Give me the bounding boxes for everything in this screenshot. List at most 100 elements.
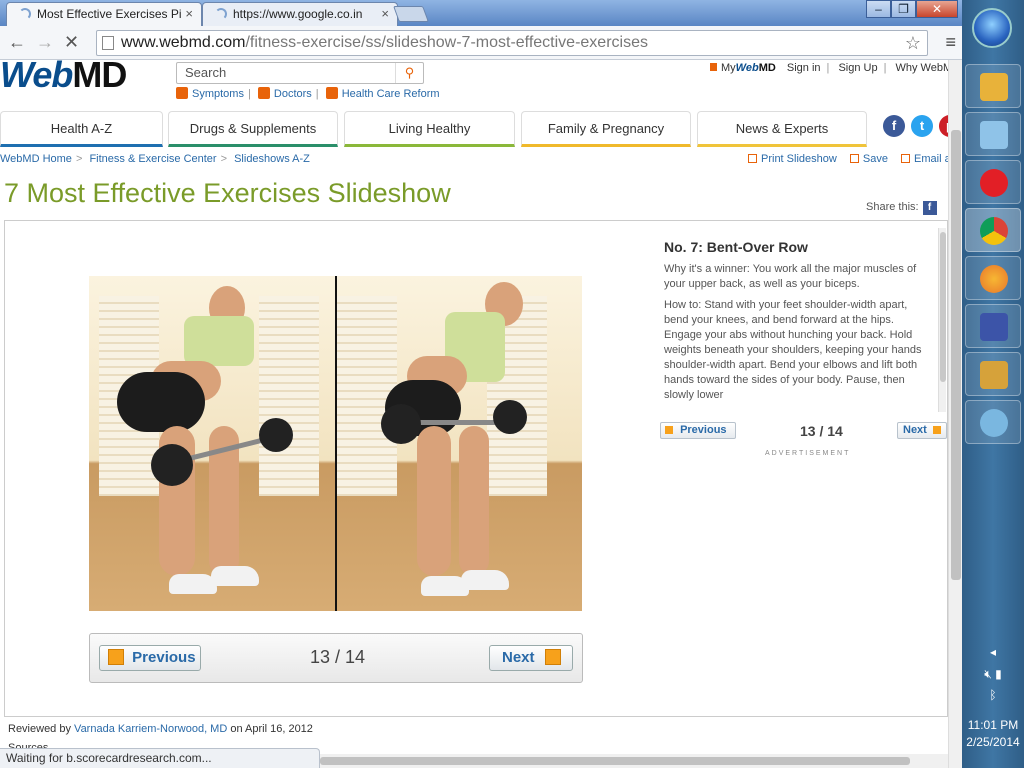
save-icon [849, 154, 859, 163]
symptoms-icon [176, 87, 188, 99]
bluetooth-icon[interactable]: ᛒ [962, 688, 1024, 702]
nav-tab-news-experts[interactable]: News & Experts [697, 111, 867, 147]
why-webmd-link[interactable]: Why WebM [896, 62, 949, 74]
sign-in-link[interactable]: Sign in [787, 62, 821, 74]
twitter-icon[interactable]: t [911, 115, 933, 137]
barbell-weight [259, 418, 293, 452]
sign-up-link[interactable]: Sign Up [838, 62, 877, 74]
print-slideshow-link[interactable]: Print Slideshow [761, 153, 837, 165]
taskbar-firefox[interactable] [965, 256, 1021, 300]
bookmark-star-icon[interactable]: ☆ [905, 31, 921, 55]
link-doctors[interactable]: Doctors [274, 88, 312, 100]
figure-leg [459, 426, 489, 576]
breadcrumb-slideshows[interactable]: Slideshows A-Z [234, 153, 310, 165]
caption-scrollbar[interactable] [938, 228, 946, 412]
browser-toolbar: ← → ✕ www.webmd.com/fitness-exercise/ss/… [0, 26, 962, 60]
taskbar-explorer[interactable] [965, 64, 1021, 108]
reform-icon [325, 87, 338, 99]
menu-icon[interactable]: ≡ [945, 32, 956, 53]
photo-left-pose [89, 276, 335, 611]
photo-right-pose [337, 276, 582, 611]
tab-strip: Most Effective Exercises Pi × https://ww… [0, 0, 962, 26]
windows-taskbar: ◂ 🔇︎ ▮ ᛒ 11:01 PM 2/25/2014 [962, 0, 1024, 768]
address-bar[interactable]: www.webmd.com/fitness-exercise/ss/slides… [96, 30, 928, 56]
taskbar-notepad[interactable] [965, 112, 1021, 156]
slide-paragraph: How to: Stand with your feet shoulder-wi… [664, 299, 922, 401]
email-link[interactable]: Email a Fr [914, 153, 948, 165]
lock-icon [710, 63, 717, 71]
taskbar-paint[interactable] [965, 400, 1021, 444]
back-arrow-icon[interactable]: ← [8, 32, 26, 52]
doctors-icon [257, 87, 270, 99]
search-input[interactable]: Search ⚲ [176, 62, 424, 84]
forward-arrow-icon[interactable]: → [36, 32, 54, 52]
url-host: www.webmd.com [121, 34, 246, 51]
firefox-icon [980, 265, 1008, 293]
close-window-button[interactable]: ✕ [916, 0, 958, 18]
url-path: /fitness-exercise/ss/slideshow-7-most-ef… [245, 34, 648, 51]
link-symptoms[interactable]: Symptoms [192, 88, 244, 100]
new-tab-button[interactable] [393, 6, 429, 22]
taskbar-chrome[interactable] [965, 208, 1021, 252]
caption-pager: Previous 13 / 14 Next [660, 421, 948, 441]
account-links: MyWebMD Sign in | Sign Up | Why WebM [710, 62, 948, 74]
slide-description: Why it's a winner: You work all the majo… [664, 262, 926, 410]
status-bar: Waiting for b.scorecardresearch.com... [0, 748, 320, 768]
nav-tab-living-healthy[interactable]: Living Healthy [344, 111, 515, 147]
chrome-icon [980, 217, 1008, 245]
close-tab-icon[interactable]: × [185, 3, 193, 25]
webmd-logo[interactable]: WebMD [0, 60, 127, 96]
horizontal-scrollbar[interactable] [320, 754, 948, 768]
taskbar-photo-viewer[interactable] [965, 352, 1021, 396]
mywebmd-web: Web [735, 62, 759, 74]
volume-muted-icon[interactable]: 🔇︎ ▮ [962, 667, 1024, 682]
caption-next-button[interactable]: Next [897, 422, 947, 439]
figure-shoe [461, 570, 509, 590]
logo-web: Web [0, 60, 73, 95]
review-credit: Reviewed by Varnada Karriem-Norwood, MD … [8, 723, 313, 735]
search-placeholder: Search [185, 65, 227, 80]
tab-webmd[interactable]: Most Effective Exercises Pi × [6, 2, 202, 26]
maximize-button[interactable]: ❐ [891, 0, 916, 18]
page-scrollbar[interactable] [948, 60, 962, 768]
advertisement-label: ADVERTISEMENT [765, 450, 851, 457]
reviewer-link[interactable]: Varnada Karriem-Norwood, MD [74, 723, 227, 735]
clock-date: 2/25/2014 [966, 735, 1020, 749]
start-orb-icon[interactable] [972, 8, 1012, 48]
close-tab-icon[interactable]: × [381, 3, 389, 25]
next-button[interactable]: Next [489, 645, 573, 671]
taskbar-clock[interactable]: 11:01 PM 2/25/2014 [962, 717, 1024, 751]
taskbar-airtel[interactable] [965, 160, 1021, 204]
facebook-share-icon[interactable]: f [922, 201, 937, 215]
mywebmd-link[interactable]: WebMD [736, 62, 776, 74]
web-page: WebMD Search ⚲ Symptoms | Doctors | Health… [0, 60, 948, 768]
slide-pager: Previous 13 / 14 Next [89, 633, 583, 683]
arrow-left-icon [665, 426, 673, 434]
next-label: Next [502, 649, 535, 666]
nav-tab-family-pregnancy[interactable]: Family & Pregnancy [521, 111, 691, 147]
barbell-weight [151, 444, 193, 486]
save-link[interactable]: Save [863, 153, 888, 165]
print-icon [748, 154, 757, 163]
caption-previous-button[interactable]: Previous [660, 422, 736, 439]
arrow-right-icon [932, 426, 941, 434]
nav-tab-drugs-supplements[interactable]: Drugs & Supplements [168, 111, 338, 147]
tab-google[interactable]: https://www.google.co.in × [202, 2, 398, 26]
breadcrumb-webmd-home[interactable]: WebMD Home [0, 153, 72, 165]
logo-md: MD [72, 60, 127, 95]
search-icon[interactable]: ⚲ [395, 63, 423, 83]
taskbar-screen-capture[interactable] [965, 304, 1021, 348]
stop-loading-icon[interactable]: ✕ [64, 32, 79, 52]
previous-button[interactable]: Previous [99, 645, 201, 671]
slide-counter: 13 / 14 [310, 647, 366, 667]
share-label: Share this: [866, 201, 919, 213]
link-health-care-reform[interactable]: Health Care Reform [342, 88, 440, 100]
loading-spinner-icon [19, 8, 31, 20]
minimize-button[interactable]: – [866, 0, 891, 18]
mywebmd-md: MD [758, 62, 776, 74]
figure-shoe [169, 574, 217, 594]
facebook-icon[interactable]: f [883, 115, 905, 137]
nav-tab-health-a-z[interactable]: Health A-Z [0, 111, 163, 147]
show-hidden-icons-icon[interactable]: ◂ [962, 645, 1024, 659]
breadcrumb-fitness-center[interactable]: Fitness & Exercise Center [89, 153, 216, 165]
